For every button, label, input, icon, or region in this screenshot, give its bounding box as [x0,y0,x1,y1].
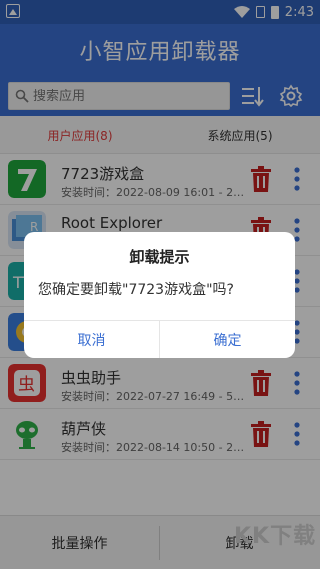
confirm-button[interactable]: 确定 [160,321,295,358]
dialog-actions: 取消 确定 [24,320,295,358]
cancel-button[interactable]: 取消 [24,321,159,358]
dialog-title: 卸载提示 [129,248,190,266]
uninstall-dialog: 卸载提示 您确定要卸载"7723游戏盒"吗? 取消 确定 [24,232,295,358]
dialog-message: 您确定要卸载"7723游戏盒"吗? [38,282,234,298]
